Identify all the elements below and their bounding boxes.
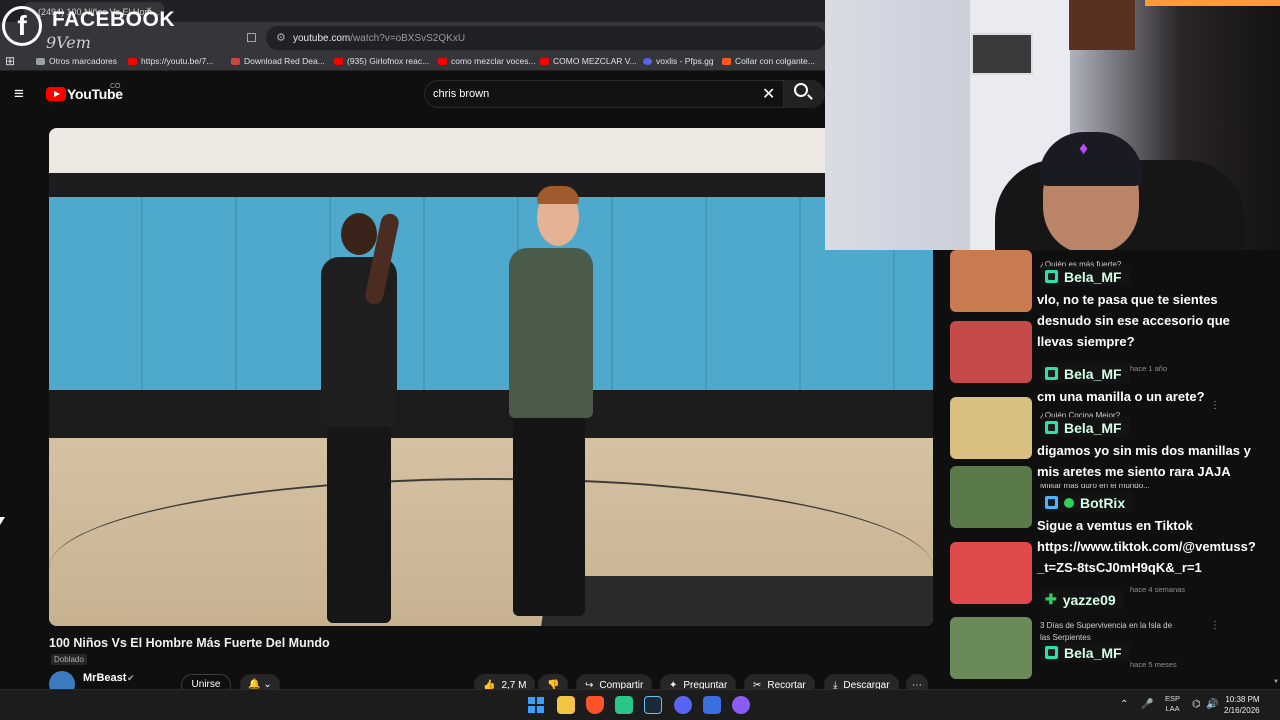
discord-icon[interactable] [674, 696, 692, 714]
webcam-overlay: ♦ [825, 0, 1280, 250]
subscriber-badge-icon [1045, 367, 1058, 380]
video-person-left [311, 212, 407, 623]
youtube-header: ≡ YouTube CO chris brown ✕ [0, 72, 825, 118]
bookmark-item[interactable]: voxlis - Pfps.gg [643, 56, 714, 66]
recommended-thumbnail[interactable] [950, 397, 1032, 459]
hamburger-menu-icon[interactable]: ≡ [14, 84, 24, 104]
search-button[interactable] [784, 80, 825, 108]
youtube-favicon-icon [438, 57, 447, 65]
voxlis-favicon-icon [643, 57, 652, 65]
blue-app-icon[interactable] [703, 696, 721, 714]
brave-browser-icon[interactable] [586, 696, 604, 714]
input-language[interactable]: ESP LAA [1165, 694, 1180, 714]
bookmark-item[interactable]: (935) Girlofnox reac... [334, 56, 429, 66]
plus-badge-icon: ✚ [1045, 591, 1057, 607]
video-frame-panels [49, 197, 933, 397]
search-query: chris brown [433, 88, 490, 100]
subscriber-badge-icon [1045, 646, 1058, 659]
file-explorer-icon[interactable] [557, 696, 575, 714]
chat-message: digamos yo sin mis dos manillas y mis are… [1033, 438, 1255, 484]
video-title: 100 Niños Vs El Hombre Más Fuerte Del Mu… [49, 636, 330, 650]
facebook-logo-icon: f [2, 6, 42, 46]
recommended-thumbnail[interactable] [950, 250, 1032, 312]
chat-username: ✚ yazze09 [1041, 589, 1124, 609]
recommended-meta: hace 5 meses [1130, 660, 1177, 669]
system-clock[interactable]: 10:38 PM 2/16/2026 [1224, 694, 1260, 716]
windows-start-icon[interactable] [528, 697, 544, 713]
subscriber-badge-icon [1045, 421, 1058, 434]
video-frame-ceiling [49, 128, 933, 173]
streamer-handle: 9Vem [46, 33, 91, 52]
chat-username: Bela_MF [1041, 642, 1130, 662]
chat-username: Bela_MF [1041, 266, 1130, 286]
bookmark-item[interactable]: COMO MEZCLAR V... [540, 56, 637, 66]
bot-badge-icon [1045, 496, 1058, 509]
url-text: youtube.com/watch?v=oBXSvS2QKxU [293, 33, 466, 44]
recommended-thumbnail[interactable] [950, 466, 1032, 528]
search-input[interactable]: chris brown ✕ [424, 80, 784, 108]
recommended-thumbnail[interactable] [950, 321, 1032, 383]
site-info-icon[interactable]: ⚙ [276, 31, 286, 44]
microphone-icon[interactable]: 🎤 [1141, 699, 1153, 710]
subscriber-badge-icon [1045, 270, 1058, 283]
bookmark-item[interactable]: como mezclar voces... [438, 56, 536, 66]
green-app-icon[interactable] [615, 696, 633, 714]
flame-icon: ♦ [1079, 138, 1089, 158]
windows-taskbar: ⌃ 🎤 ESP LAA ⌬ 🔊 10:38 PM 2/16/2026 [0, 689, 1280, 720]
recommended-meta: hace 1 año [1130, 364, 1168, 373]
recommended-thumbnail[interactable] [950, 617, 1032, 679]
scroll-down-arrow-icon[interactable]: ▼ [1273, 679, 1279, 685]
youtube-favicon-icon [334, 57, 343, 65]
folder-icon [36, 57, 45, 65]
video-player[interactable] [49, 128, 933, 626]
youtube-favicon-icon [540, 57, 549, 65]
bookmark-item[interactable]: https://youtu.be/7... [128, 56, 213, 66]
video-frame-wall-base [49, 390, 933, 438]
bookmark-item[interactable]: Collar con colgante... [722, 56, 815, 66]
verified-icon: ✔ [127, 673, 135, 683]
more-options-icon[interactable]: ⋮ [1210, 400, 1220, 411]
video-person-right [499, 186, 609, 618]
chat-username: BotRix [1041, 492, 1134, 512]
youtube-favicon-icon [128, 57, 137, 65]
verified-bot-icon [1064, 497, 1074, 508]
video-frame-band [49, 173, 933, 197]
clear-search-icon[interactable]: ✕ [762, 84, 775, 104]
chat-message: Sigue a vemtus en Tiktok https://www.tikt… [1033, 513, 1260, 580]
dubbed-badge: Doblado [51, 654, 87, 665]
recommended-meta: hace 4 semanas [1130, 585, 1186, 594]
chat-username: Bela_MF [1041, 417, 1130, 437]
chat-username: Bela_MF [1041, 363, 1130, 383]
apps-grid-icon[interactable]: ⊞ [5, 54, 15, 68]
bookmark-icon[interactable]: ☐ [246, 31, 257, 45]
steam-icon[interactable] [644, 696, 662, 714]
recommended-title[interactable]: 3 Días de Supervivencia en la Isla de la… [1040, 620, 1180, 644]
url-field[interactable]: ⚙ youtube.com/watch?v=oBXSvS2QKxU [266, 26, 826, 50]
tray-overflow-icon[interactable]: ⌃ [1120, 699, 1128, 710]
channel-name[interactable]: MrBeast [83, 672, 126, 684]
network-icon[interactable]: ⌬ [1192, 699, 1201, 710]
volume-icon[interactable]: 🔊 [1206, 699, 1218, 710]
mouse-cursor-icon [0, 517, 5, 525]
chat-message: cm una manilla o un arete? [1033, 384, 1209, 409]
site-favicon-icon [231, 57, 240, 65]
country-code: CO [110, 83, 121, 90]
youtube-logo-icon[interactable] [46, 87, 66, 101]
chat-message: vlo, no te pasa que te sientes desnudo si… [1033, 287, 1234, 354]
purple-app-icon[interactable] [732, 696, 750, 714]
facebook-overlay-text: FACEBOOK [52, 8, 176, 31]
search-icon [794, 83, 808, 97]
recommended-thumbnail[interactable] [950, 542, 1032, 604]
bookmarks-bar: ⊞ Otros marcadores https://youtu.be/7...… [0, 52, 825, 71]
shop-favicon-icon [722, 57, 731, 65]
bookmark-item[interactable]: Otros marcadores [36, 56, 117, 66]
bookmark-item[interactable]: Download Red Dea... [231, 56, 325, 66]
more-options-icon[interactable]: ⋮ [1210, 620, 1220, 631]
